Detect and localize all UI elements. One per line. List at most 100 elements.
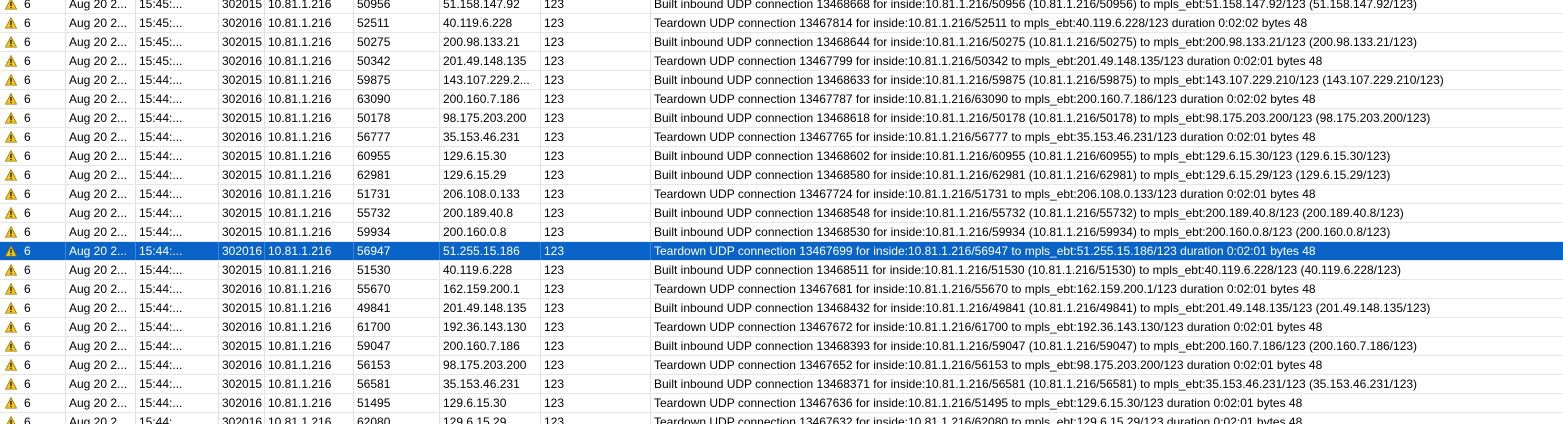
destination-port-cell: 123 xyxy=(541,261,651,279)
syslog-id-cell: 302015 xyxy=(219,223,265,241)
source-port-cell: 61700 xyxy=(354,318,440,336)
source-ip-cell: 10.81.1.216 xyxy=(265,394,354,412)
warning-icon xyxy=(5,359,17,371)
message-cell: Built inbound UDP connection 13468633 fo… xyxy=(654,73,1444,87)
destination-ip-cell: 192.36.143.130 xyxy=(440,318,541,336)
time-cell: 15:44:... xyxy=(136,299,219,317)
source-ip-cell: 10.81.1.216 xyxy=(265,14,354,32)
table-row[interactable]: 6 Aug 20 2... 15:44:... 302016 10.81.1.216 51… xyxy=(0,394,1563,413)
table-row[interactable]: 6 Aug 20 2... 15:44:... 302016 10.81.1.216 56… xyxy=(0,128,1563,147)
date-cell: Aug 20 2... xyxy=(66,280,136,298)
table-row[interactable]: 6 Aug 20 2... 15:44:... 302016 10.81.1.216 62… xyxy=(0,413,1563,424)
destination-port-cell: 123 xyxy=(541,128,651,146)
source-ip-cell: 10.81.1.216 xyxy=(265,375,354,393)
table-row[interactable]: 6 Aug 20 2... 15:44:... 302015 10.81.1.216 59… xyxy=(0,337,1563,356)
syslog-id-cell: 302015 xyxy=(219,337,265,355)
severity-cell: 6 xyxy=(22,337,66,355)
destination-ip-cell: 129.6.15.30 xyxy=(440,394,541,412)
source-port-cell: 56777 xyxy=(354,128,440,146)
table-row[interactable]: 6 Aug 20 2... 15:44:... 302016 10.81.1.216 63… xyxy=(0,90,1563,109)
source-port-cell: 52511 xyxy=(354,14,440,32)
table-row[interactable]: 6 Aug 20 2... 15:44:... 302015 10.81.1.216 62… xyxy=(0,166,1563,185)
syslog-id-cell: 302015 xyxy=(219,109,265,127)
table-row[interactable]: 6 Aug 20 2... 15:44:... 302015 10.81.1.216 59… xyxy=(0,71,1563,90)
severity-icon-cell xyxy=(0,356,22,374)
severity-icon-cell xyxy=(0,375,22,393)
table-row[interactable]: 6 Aug 20 2... 15:44:... 302015 10.81.1.216 55… xyxy=(0,204,1563,223)
time-cell: 15:44:... xyxy=(136,166,219,184)
severity-icon-cell xyxy=(0,242,22,260)
table-row-selected[interactable]: 6 Aug 20 2... 15:44:... 302016 10.81.1.216 56… xyxy=(0,242,1563,261)
severity-cell: 6 xyxy=(22,375,66,393)
warning-icon xyxy=(5,74,17,86)
message-cell: Teardown UDP connection 13467652 for ins… xyxy=(654,358,1323,372)
source-ip-cell: 10.81.1.216 xyxy=(265,318,354,336)
time-cell: 15:44:... xyxy=(136,318,219,336)
message-cell: Built inbound UDP connection 13468548 fo… xyxy=(654,206,1404,220)
table-row[interactable]: 6 Aug 20 2... 15:45:... 302016 10.81.1.216 50… xyxy=(0,52,1563,71)
severity-icon-cell xyxy=(0,318,22,336)
warning-icon xyxy=(5,150,17,162)
destination-port-cell: 123 xyxy=(541,166,651,184)
date-cell: Aug 20 2... xyxy=(66,33,136,51)
table-row[interactable]: 6 Aug 20 2... 15:44:... 302016 10.81.1.216 56… xyxy=(0,356,1563,375)
warning-icon xyxy=(6,416,16,424)
source-ip-cell: 10.81.1.216 xyxy=(265,413,354,424)
date-cell: Aug 20 2... xyxy=(66,261,136,279)
table-row[interactable]: 6 Aug 20 2... 15:45:... 302015 10.81.1.216 50… xyxy=(0,0,1563,14)
severity-icon-cell xyxy=(0,261,22,279)
severity-icon-cell xyxy=(0,128,22,146)
warning-icon xyxy=(5,207,17,219)
table-row[interactable]: 6 Aug 20 2... 15:45:... 302016 10.81.1.216 52… xyxy=(0,14,1563,33)
syslog-id-cell: 302016 xyxy=(219,242,265,260)
severity-icon-cell xyxy=(0,52,22,70)
destination-port-cell: 123 xyxy=(541,204,651,222)
severity-cell: 6 xyxy=(22,204,66,222)
severity-cell: 6 xyxy=(22,242,66,260)
severity-cell: 6 xyxy=(22,185,66,203)
source-ip-cell: 10.81.1.216 xyxy=(265,90,354,108)
source-port-cell: 59047 xyxy=(354,337,440,355)
source-ip-cell: 10.81.1.216 xyxy=(265,166,354,184)
table-row[interactable]: 6 Aug 20 2... 15:44:... 302015 10.81.1.216 59… xyxy=(0,223,1563,242)
time-cell: 15:45:... xyxy=(136,14,219,32)
destination-port-cell: 123 xyxy=(541,14,651,32)
source-port-cell: 49841 xyxy=(354,299,440,317)
time-cell: 15:44:... xyxy=(136,204,219,222)
message-cell: Built inbound UDP connection 13468644 fo… xyxy=(654,35,1418,49)
table-row[interactable]: 6 Aug 20 2... 15:44:... 302016 10.81.1.216 51… xyxy=(0,185,1563,204)
table-row[interactable]: 6 Aug 20 2... 15:44:... 302015 10.81.1.216 60… xyxy=(0,147,1563,166)
source-port-cell: 59875 xyxy=(354,71,440,89)
table-row[interactable]: 6 Aug 20 2... 15:44:... 302015 10.81.1.216 56… xyxy=(0,375,1563,394)
destination-port-cell: 123 xyxy=(541,52,651,70)
table-row[interactable]: 6 Aug 20 2... 15:44:... 302016 10.81.1.216 61… xyxy=(0,318,1563,337)
severity-icon-cell xyxy=(0,185,22,203)
syslog-id-cell: 302016 xyxy=(219,90,265,108)
destination-port-cell: 123 xyxy=(541,394,651,412)
source-ip-cell: 10.81.1.216 xyxy=(265,52,354,70)
destination-port-cell: 123 xyxy=(541,299,651,317)
warning-icon xyxy=(5,112,17,124)
severity-cell: 6 xyxy=(22,0,66,13)
date-cell: Aug 20 2... xyxy=(66,147,136,165)
destination-ip-cell: 206.108.0.133 xyxy=(440,185,541,203)
time-cell: 15:44:... xyxy=(136,413,219,424)
severity-cell: 6 xyxy=(22,223,66,241)
warning-icon xyxy=(5,169,17,181)
table-row[interactable]: 6 Aug 20 2... 15:45:... 302015 10.81.1.216 50… xyxy=(0,33,1563,52)
syslog-id-cell: 302015 xyxy=(219,166,265,184)
time-cell: 15:44:... xyxy=(136,147,219,165)
syslog-id-cell: 302016 xyxy=(219,280,265,298)
table-row[interactable]: 6 Aug 20 2... 15:44:... 302015 10.81.1.216 49… xyxy=(0,299,1563,318)
destination-ip-cell: 200.160.7.186 xyxy=(440,337,541,355)
source-port-cell: 51731 xyxy=(354,185,440,203)
message-cell: Teardown UDP connection 13467699 for ins… xyxy=(654,244,1316,258)
severity-icon-cell xyxy=(0,14,22,32)
destination-ip-cell: 200.160.0.8 xyxy=(440,223,541,241)
table-row[interactable]: 6 Aug 20 2... 15:44:... 302015 10.81.1.216 51… xyxy=(0,261,1563,280)
source-ip-cell: 10.81.1.216 xyxy=(265,356,354,374)
table-row[interactable]: 6 Aug 20 2... 15:44:... 302016 10.81.1.216 55… xyxy=(0,280,1563,299)
table-row[interactable]: 6 Aug 20 2... 15:44:... 302015 10.81.1.216 50… xyxy=(0,109,1563,128)
date-cell: Aug 20 2... xyxy=(66,375,136,393)
time-cell: 15:44:... xyxy=(136,242,219,260)
